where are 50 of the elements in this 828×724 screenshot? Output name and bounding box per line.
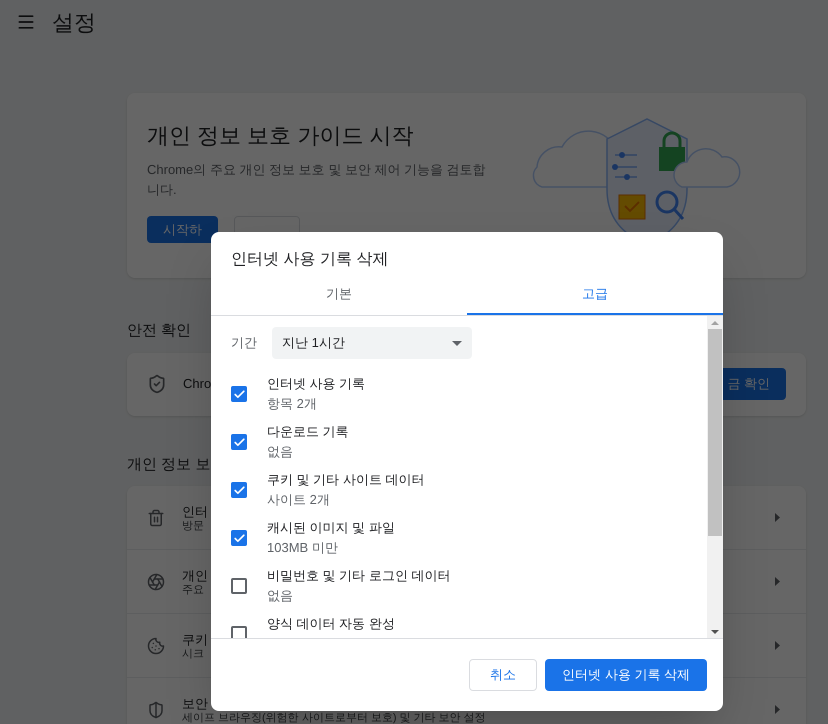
- page-title: 설정: [52, 8, 96, 36]
- row-subtitle: 방문: [182, 521, 204, 532]
- trash-icon: [147, 508, 165, 526]
- item-detail: 사이트 2개: [267, 491, 331, 509]
- row-subtitle: 세이프 브라우징(위험한 사이트로부터 보호) 및 기타 보안 설정: [182, 713, 486, 724]
- period-label: 기간: [231, 334, 257, 352]
- row-subtitle: 주요: [182, 585, 204, 596]
- safety-text: Chro: [183, 375, 212, 394]
- row-title: 보안: [182, 695, 208, 712]
- item-label: 다운로드 기록: [267, 423, 349, 441]
- item-label: 캐시된 이미지 및 파일: [267, 519, 395, 537]
- aperture-icon: [147, 572, 165, 590]
- checkbox[interactable]: [231, 578, 247, 594]
- tab[interactable]: 고급: [467, 275, 723, 315]
- item-detail: 103MB 미만: [267, 539, 339, 557]
- dropdown-arrow-icon: [452, 340, 462, 346]
- section-heading: 안전 확인: [127, 321, 192, 341]
- cookie-icon: [147, 636, 165, 654]
- dialog-title: 인터넷 사용 기록 삭제: [230, 250, 390, 270]
- scrollbar[interactable]: [707, 316, 723, 638]
- shield-check-icon: [147, 374, 167, 394]
- item-label: 쿠키 및 기타 사이트 데이터: [267, 471, 424, 489]
- checkbox[interactable]: [231, 386, 247, 402]
- checkbox[interactable]: [231, 434, 247, 450]
- row-subtitle: 시크: [182, 649, 204, 660]
- item-label: 비밀번호 및 기타 로그인 데이터: [267, 567, 450, 585]
- row-title: 개인: [182, 567, 208, 585]
- cancel-button[interactable]: 취소: [469, 659, 538, 691]
- checkbox[interactable]: [231, 482, 247, 498]
- shield-icon: [147, 700, 165, 718]
- caret-right-icon: [775, 705, 780, 714]
- start-button[interactable]: 시작하: [147, 216, 218, 243]
- checkbox[interactable]: [231, 626, 247, 638]
- row-title: 쿠키: [182, 631, 208, 648]
- tab[interactable]: 기본: [211, 275, 467, 315]
- row-title: 인터: [182, 503, 208, 520]
- item-label: 양식 데이터 자동 완성: [267, 615, 395, 633]
- checkbox[interactable]: [231, 530, 247, 546]
- card-title: 개인 정보 보호 가이드 시작: [147, 122, 414, 150]
- section-heading: 개인 정보 보: [127, 454, 210, 474]
- delete-history-button[interactable]: 인터넷 사용 기록 삭제: [545, 659, 707, 691]
- period-select[interactable]: 지난 1시간: [272, 327, 472, 359]
- item-detail: 없음: [267, 587, 294, 605]
- caret-right-icon: [775, 513, 780, 522]
- item-detail: 없음: [267, 443, 294, 461]
- card-description: Chrome의 주요 개인 정보 보호 및 보안 제어 기능을 검토합니다.: [147, 161, 487, 199]
- item-detail: 항목 2개: [267, 395, 318, 413]
- caret-right-icon: [775, 577, 780, 586]
- item-label: 인터넷 사용 기록: [267, 375, 366, 393]
- caret-right-icon: [775, 641, 780, 650]
